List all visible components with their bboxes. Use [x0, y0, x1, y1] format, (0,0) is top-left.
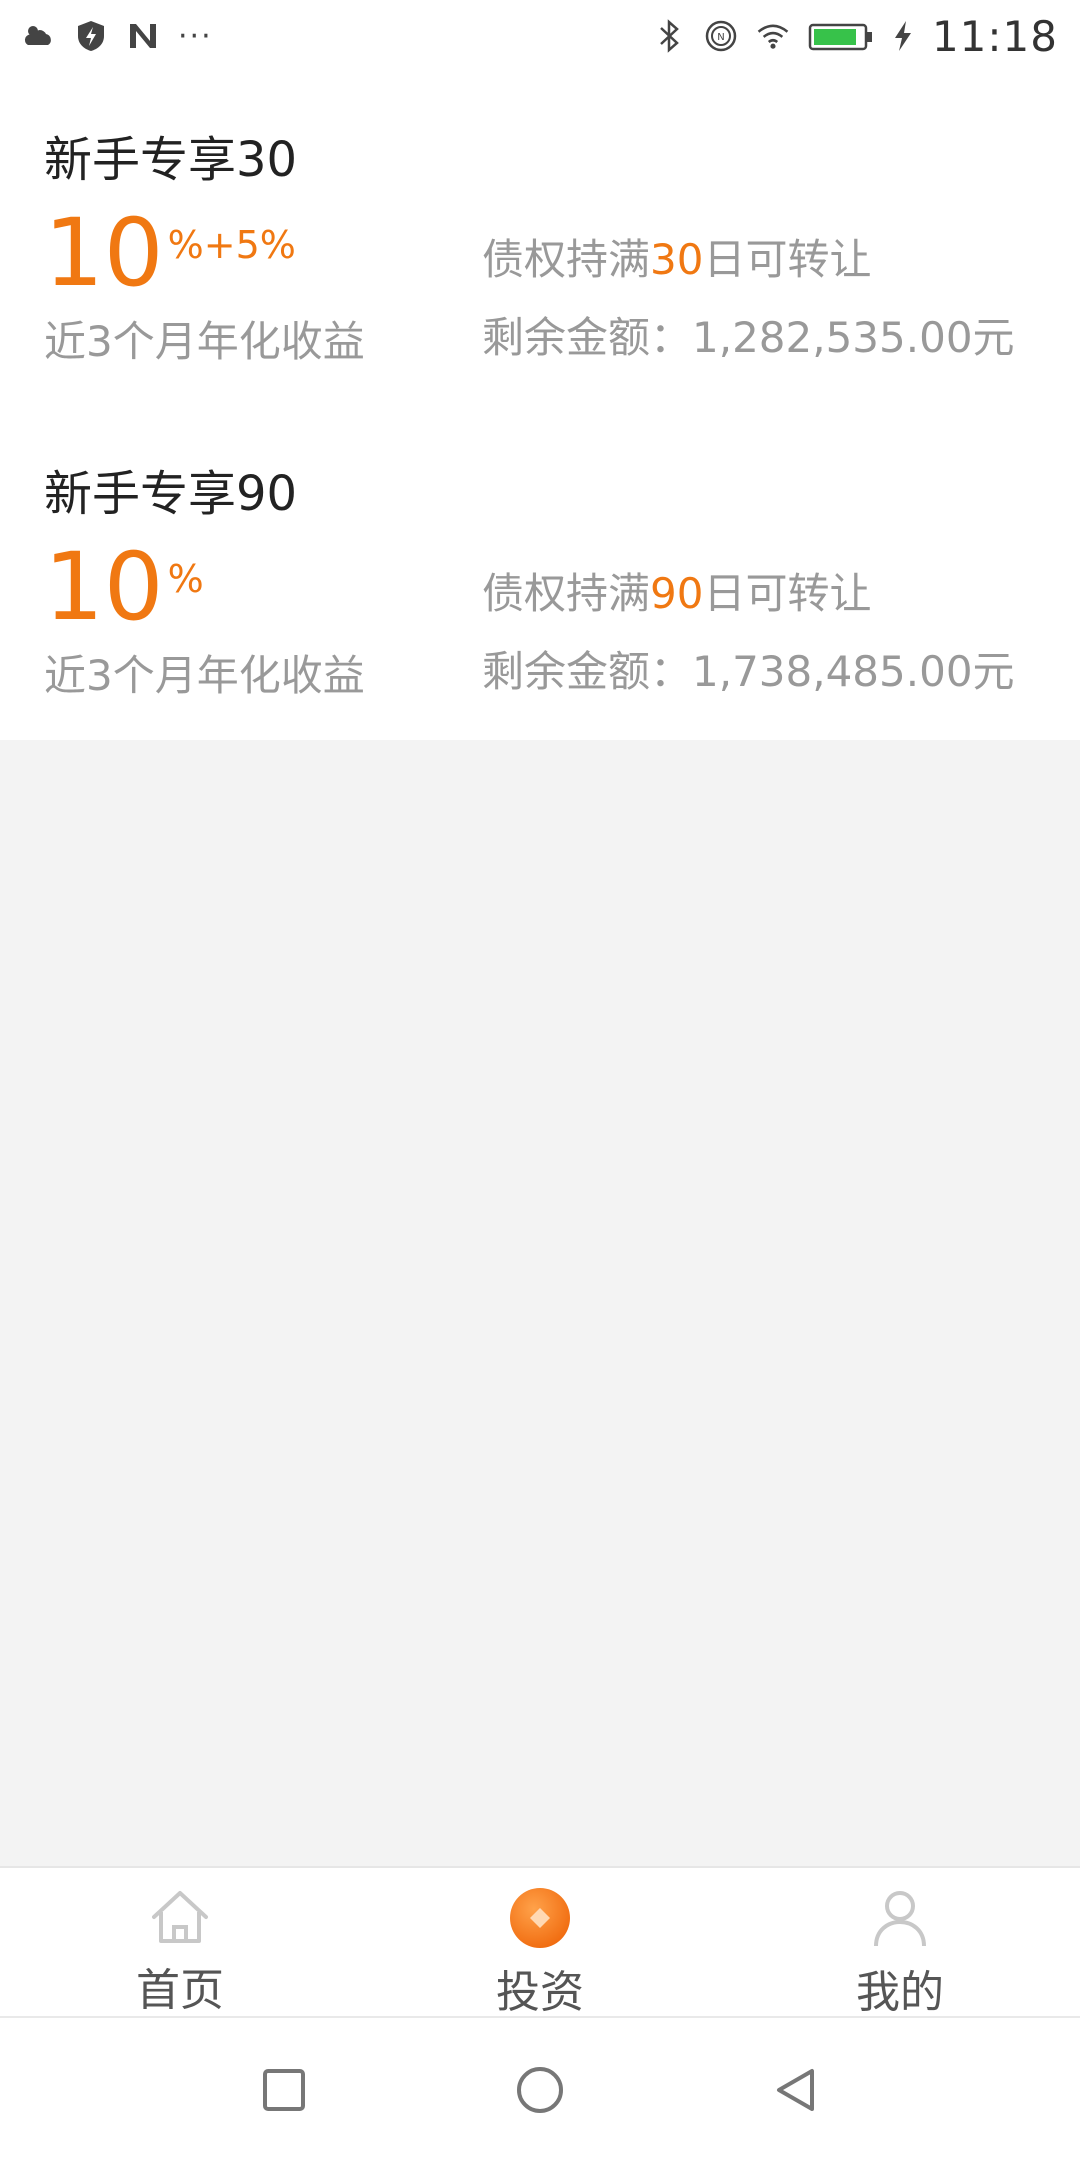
tab-home[interactable]: 首页	[0, 1868, 360, 2018]
transfer-prefix: 债权持满	[482, 569, 651, 618]
invest-icon	[508, 1886, 572, 1950]
shield-bolt-icon	[74, 19, 108, 53]
charging-icon	[892, 19, 914, 53]
profile-icon	[868, 1886, 932, 1950]
tab-profile[interactable]: 我的	[720, 1868, 1080, 2018]
tab-label: 首页	[136, 1965, 224, 2016]
transfer-term: 债权持满30日可转让	[482, 226, 871, 287]
remaining-amount: 剩余金额：1,282,535.00元	[482, 313, 1015, 362]
product-card[interactable]: 新手专享90 10 % 近3个月年化收益 债权持满90日可转让 剩余金额：1,7…	[0, 406, 1080, 740]
status-bar: ··· N 11:18	[0, 0, 1080, 72]
tab-label: 我的	[856, 1967, 944, 2018]
rate-label: 近3个月年化收益	[44, 651, 365, 700]
product-list: 新手专享30 10 %+5% 近3个月年化收益 债权持满30日可转让 剩余金额：…	[0, 72, 1080, 740]
transfer-suffix: 日可转让	[703, 235, 872, 284]
weather-icon	[22, 19, 56, 53]
rate-value: 10	[44, 199, 164, 308]
battery-icon	[808, 19, 874, 53]
transfer-prefix: 债权持满	[482, 235, 651, 284]
rate-value: 10	[44, 533, 164, 642]
bluetooth-icon	[652, 19, 686, 53]
wifi-icon	[756, 19, 790, 53]
home-circle-icon[interactable]	[510, 2060, 570, 2120]
tab-label: 投资	[496, 1967, 584, 2018]
transfer-days: 30	[650, 235, 704, 284]
product-title: 新手专享30	[44, 132, 298, 188]
svg-text:N: N	[717, 32, 724, 43]
home-icon	[148, 1886, 212, 1948]
transfer-term: 债权持满90日可转让	[482, 560, 871, 621]
back-icon[interactable]	[766, 2060, 826, 2120]
n-app-icon	[126, 19, 160, 53]
remaining-amount: 剩余金额：1,738,485.00元	[482, 647, 1015, 696]
rate-row: 10 %+5%	[44, 207, 296, 301]
bottom-tab-bar: 首页 投资 我的	[0, 1866, 1080, 2018]
rate-row: 10 %	[44, 541, 204, 635]
system-nav-bar	[0, 2016, 1080, 2162]
status-right: N 11:18	[652, 12, 1058, 61]
recent-apps-icon[interactable]	[254, 2060, 314, 2120]
rate-label: 近3个月年化收益	[44, 317, 365, 366]
nfc-icon: N	[704, 19, 738, 53]
status-time: 11:18	[931, 11, 1058, 61]
status-left: ···	[22, 19, 213, 54]
more-dots-icon: ···	[178, 18, 213, 54]
rate-suffix: %	[167, 557, 204, 601]
transfer-days: 90	[650, 569, 704, 618]
tab-invest[interactable]: 投资	[360, 1868, 720, 2018]
rate-suffix: %+5%	[167, 223, 296, 267]
product-card[interactable]: 新手专享30 10 %+5% 近3个月年化收益 债权持满30日可转让 剩余金额：…	[0, 72, 1080, 406]
transfer-suffix: 日可转让	[703, 569, 872, 618]
product-title: 新手专享90	[44, 466, 298, 522]
